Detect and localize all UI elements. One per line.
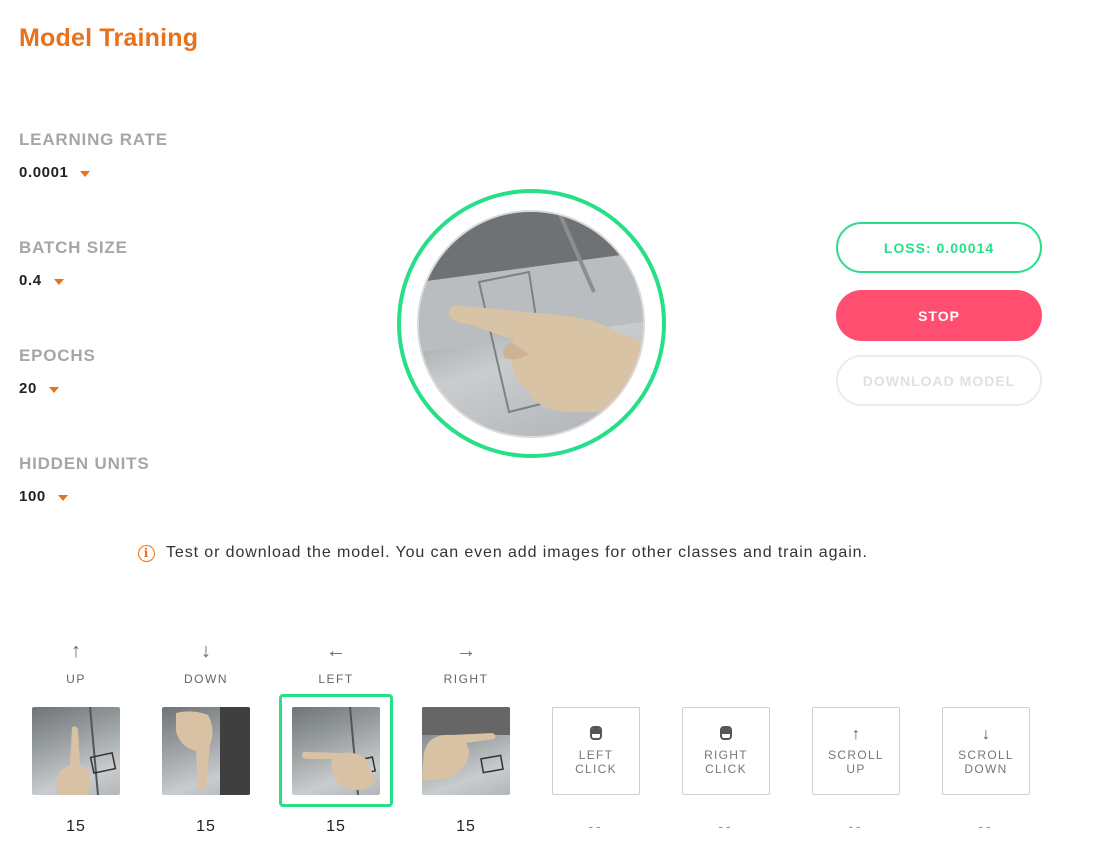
action-label-right-click: RIGHT CLICK <box>704 748 748 776</box>
arrow-left-icon: ← <box>326 640 346 662</box>
learning-rate-param: LEARNING RATE 0.0001 <box>19 130 168 181</box>
class-thumb-left[interactable] <box>292 707 380 795</box>
batch-size-select[interactable]: 0.4 <box>19 272 128 289</box>
learning-rate-label: LEARNING RATE <box>19 130 168 149</box>
batch-size-value: 0.4 <box>19 272 42 289</box>
stop-button[interactable]: STOP <box>836 290 1042 341</box>
count-up: 15 <box>66 818 86 835</box>
hand-pointing-up-image <box>56 707 117 795</box>
info-icon: i <box>138 544 155 562</box>
class-header-down: ↓ DOWN <box>141 640 271 686</box>
scroll-down-icon: ↓ <box>982 726 990 743</box>
arrow-down-icon: ↓ <box>201 640 211 662</box>
action-left-click[interactable]: LEFT CLICK <box>552 707 640 795</box>
caret-down-icon <box>48 386 59 393</box>
class-label-down: DOWN <box>184 672 228 686</box>
action-right-click[interactable]: RIGHT CLICK <box>682 707 770 795</box>
mouse-right-icon <box>720 726 732 740</box>
batch-size-label: BATCH SIZE <box>19 238 128 257</box>
arrow-right-icon: → <box>456 640 476 662</box>
caret-down-icon <box>80 170 91 177</box>
class-header-right: → RIGHT <box>401 640 531 686</box>
action-scroll-up[interactable]: ↑ SCROLL UP <box>812 707 900 795</box>
class-thumb-down[interactable] <box>162 707 250 795</box>
class-header-left: ← LEFT <box>271 640 401 686</box>
epochs-select[interactable]: 20 <box>19 380 96 397</box>
hidden-units-value: 100 <box>19 488 46 505</box>
hidden-units-label: HIDDEN UNITS <box>19 454 150 473</box>
epochs-label: EPOCHS <box>19 346 96 365</box>
count-left: 15 <box>326 818 346 835</box>
class-label-left: LEFT <box>318 672 354 686</box>
download-model-button[interactable]: DOWNLOAD MODEL <box>836 355 1042 406</box>
info-text: Test or download the model. You can even… <box>166 544 868 561</box>
mouse-left-icon <box>590 726 602 740</box>
class-thumb-right[interactable] <box>422 707 510 795</box>
page-title: Model Training <box>19 24 199 52</box>
class-header-up: ↑ UP <box>11 640 141 686</box>
count-left-click: -- <box>588 818 604 834</box>
learning-rate-value: 0.0001 <box>19 164 69 181</box>
epochs-value: 20 <box>19 380 37 397</box>
learning-rate-select[interactable]: 0.0001 <box>19 164 168 181</box>
caret-down-icon <box>53 278 64 285</box>
download-model-label: DOWNLOAD MODEL <box>862 372 1016 389</box>
loss-indicator: LOSS: 0.00014 <box>836 222 1042 273</box>
class-label-right: RIGHT <box>443 672 489 686</box>
hidden-units-param: HIDDEN UNITS 100 <box>19 454 150 505</box>
hidden-units-select[interactable]: 100 <box>19 488 150 505</box>
hand-pointing-down-image <box>176 707 250 795</box>
action-label-left-click: LEFT CLICK <box>575 748 617 776</box>
count-down: 15 <box>196 818 216 835</box>
stop-label: STOP <box>918 307 960 324</box>
class-label-up: UP <box>66 672 86 686</box>
webcam-preview <box>417 210 645 438</box>
action-label-scroll-up: SCROLL UP <box>828 748 884 776</box>
count-right-click: -- <box>718 818 734 834</box>
info-message: i Test or download the model. You can ev… <box>138 544 868 562</box>
caret-down-icon <box>57 494 68 501</box>
action-label-scroll-down: SCROLL DOWN <box>958 748 1014 776</box>
count-scroll-up: -- <box>848 818 864 834</box>
batch-size-param: BATCH SIZE 0.4 <box>19 238 128 289</box>
epochs-param: EPOCHS 20 <box>19 346 96 397</box>
count-right: 15 <box>456 818 476 835</box>
action-scroll-down[interactable]: ↓ SCROLL DOWN <box>942 707 1030 795</box>
scroll-up-icon: ↑ <box>852 726 860 743</box>
loss-label: LOSS: 0.00014 <box>883 239 995 256</box>
arrow-up-icon: ↑ <box>71 640 81 662</box>
class-thumb-up[interactable] <box>32 707 120 795</box>
count-scroll-down: -- <box>978 818 994 834</box>
hand-pointing-right-image <box>422 707 510 781</box>
hand-pointing-left-image <box>419 212 643 414</box>
hand-pointing-left-image <box>302 707 377 795</box>
